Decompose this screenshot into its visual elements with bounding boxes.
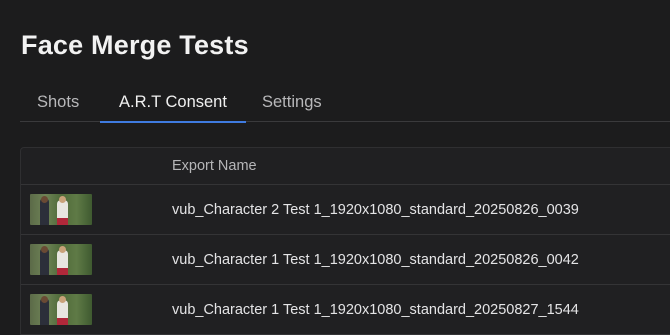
video-thumbnail[interactable] xyxy=(30,194,92,225)
exports-table: Export Name vub_Character 2 Test 1_1920x… xyxy=(20,147,670,335)
column-header-export-name[interactable]: Export Name xyxy=(172,148,257,185)
table-header: Export Name xyxy=(21,148,670,185)
export-name-cell: vub_Character 2 Test 1_1920x1080_standar… xyxy=(172,202,579,218)
video-thumbnail[interactable] xyxy=(30,294,92,325)
table-row[interactable]: vub_Character 1 Test 1_1920x1080_standar… xyxy=(21,235,670,285)
tab-art-consent[interactable]: A.R.T Consent xyxy=(100,84,246,123)
tab-settings[interactable]: Settings xyxy=(262,84,328,122)
export-name-cell: vub_Character 1 Test 1_1920x1080_standar… xyxy=(172,252,579,268)
page-title: Face Merge Tests xyxy=(21,30,249,60)
video-thumbnail[interactable] xyxy=(30,244,92,275)
tab-shots[interactable]: Shots xyxy=(20,84,100,122)
export-name-cell: vub_Character 1 Test 1_1920x1080_standar… xyxy=(172,302,579,318)
table-row[interactable]: vub_Character 1 Test 1_1920x1080_standar… xyxy=(21,285,670,335)
tab-bar: Shots A.R.T Consent Settings xyxy=(20,84,670,123)
table-row[interactable]: vub_Character 2 Test 1_1920x1080_standar… xyxy=(21,185,670,235)
